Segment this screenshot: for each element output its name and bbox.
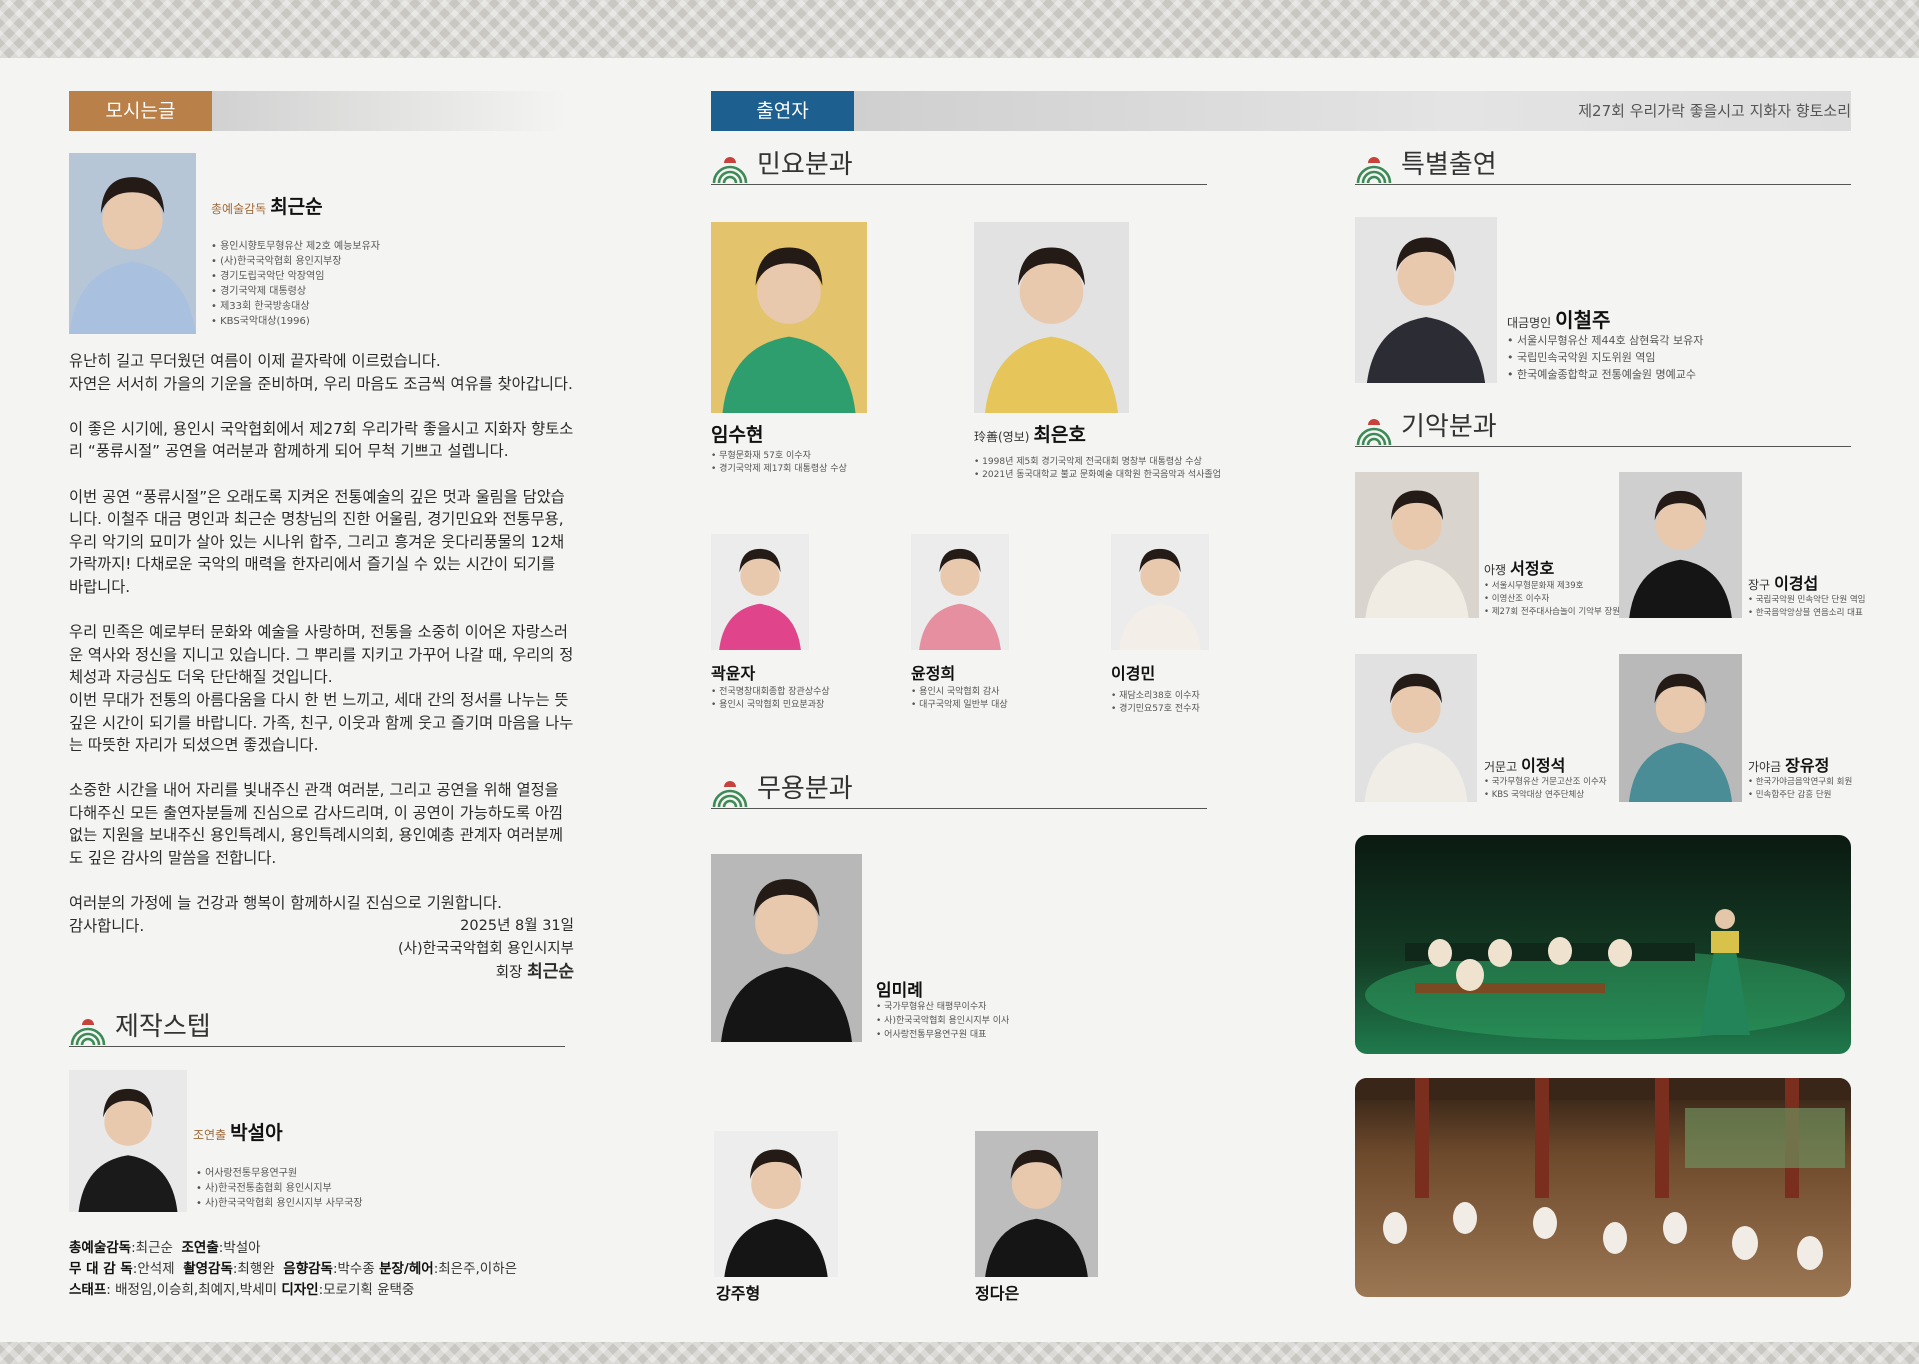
top-pattern-band <box>0 0 1919 58</box>
performer-bullets: 전국명창대회종합 장관상수상 용인시 국악협회 민요분과장 <box>711 686 830 712</box>
letter-paragraph: 우리 민족은 예로부터 문화와 예술을 사랑하며, 전통을 소중히 이어온 자랑… <box>69 623 574 755</box>
letter-paragraph: 이번 공연 “풍류시절”은 오래도록 지켜온 전통예술의 깊은 멋과 울림을 담… <box>69 487 565 596</box>
sign-name: 최근순 <box>527 962 574 982</box>
performer-photo <box>1111 534 1209 650</box>
performer-bullets: 재담소리38호 이수자 경기민요57호 전수자 <box>1111 690 1200 716</box>
director-photo <box>69 153 196 334</box>
performer-name: 이경민 <box>1111 664 1156 683</box>
staff-header: 제작스텝 <box>69 1010 565 1047</box>
performer-photo <box>711 222 867 413</box>
performer-name: 윤정희 <box>911 664 956 683</box>
assistant-director-photo <box>69 1070 187 1212</box>
hill-logo-icon <box>711 154 749 184</box>
special-header: 특별출연 <box>1355 148 1851 185</box>
staff-title: 제작스텝 <box>115 1012 211 1042</box>
letter-date: 2025년 8월 31일 <box>460 918 574 934</box>
performer-name: 가야금 장유정 <box>1748 756 1830 775</box>
hill-logo-icon <box>711 778 749 808</box>
special-guest-caption: 대금명인 이철주 <box>1507 308 1611 332</box>
special-guest-photo <box>1355 217 1497 383</box>
performer-bullets: 무형문화재 57호 이수자 경기국악제 제17회 대통령상 수상 <box>711 450 847 476</box>
performer-photo <box>711 854 862 1042</box>
performer-photo <box>1355 654 1477 802</box>
performer-bullets: 국가무형유산 태평무이수자 사)한국국악협회 용인시지부 이사 어사랑전통무용연… <box>876 1000 1009 1042</box>
performer-name: 玲善(영보) 최은호 <box>974 424 1086 446</box>
special-title: 특별출연 <box>1401 150 1497 180</box>
staff-credits: 총예술감독:최근순 조연출:박설아 무 대 감 독:안석제 촬영감독:최행완 음… <box>69 1240 518 1298</box>
performer-name: 장구 이경섭 <box>1748 574 1819 593</box>
performer-name: 아쟁 서정호 <box>1484 559 1555 578</box>
performers-tab: 출연자 <box>711 91 854 131</box>
performer-name: 정다은 <box>975 1284 1020 1303</box>
performer-photo <box>1355 472 1479 618</box>
performer-name: 강주형 <box>716 1284 761 1303</box>
performer-bullets: 한국가야금음악연구회 회원 민속합주단 감흥 단원 <box>1748 776 1853 802</box>
assistant-director-caption: 조연출 박설아 <box>193 1122 283 1144</box>
hill-logo-icon <box>69 1016 107 1046</box>
minyo-header: 민요분과 <box>711 148 1207 185</box>
sign-role: 회장 <box>495 965 523 981</box>
event-title: 제27회 우리가락 좋을시고 지화자 향토소리 <box>1578 102 1851 120</box>
performer-name: 임수현 <box>711 424 764 446</box>
director-bullets: 용인시향토무형유산 제2호 예능보유자 (사)한국국악협회 용인지부장 경기도립… <box>211 239 380 329</box>
letter-org: (사)한국국악협회 용인시지부 <box>397 941 574 957</box>
performer-photo <box>711 534 809 650</box>
performer-bullets: 1998년 제5회 경기국악제 전국대회 명창부 대통령상 수상 2021년 동… <box>974 456 1221 482</box>
muyong-header: 무용분과 <box>711 772 1207 809</box>
muyong-title: 무용분과 <box>757 774 853 804</box>
letter-paragraph: 유난히 길고 무더웠던 여름이 이제 끝자락에 이르렀습니다. 자연은 서서히 … <box>69 352 573 393</box>
greeting-letter: 유난히 길고 무더웠던 여름이 이제 끝자락에 이르렀습니다. 자연은 서서히 … <box>69 350 574 937</box>
performer-name: 곽윤자 <box>711 664 756 683</box>
greeting-tab: 모시는글 <box>69 91 212 131</box>
letter-signature: 2025년 8월 31일 (사)한국국악협회 용인시지부 회장 최근순 <box>300 915 574 985</box>
hill-logo-icon <box>1355 154 1393 184</box>
performer-photo <box>974 222 1129 413</box>
performer-photo <box>1619 472 1742 618</box>
performer-bullets: 국가무형유산 거문고산조 이수자 KBS 국악대상 연주단체상 <box>1484 776 1607 802</box>
performer-bullets: 용인시 국악협회 감사 대구국악제 일반부 대상 <box>911 686 1008 712</box>
pavilion-performance-photo <box>1355 1078 1851 1297</box>
performer-photo <box>1619 654 1742 802</box>
letter-paragraph: 소중한 시간을 내어 자리를 빛내주신 관객 여러분, 그리고 공연을 위해 열… <box>69 781 564 868</box>
letter-paragraph: 이 좋은 시기에, 용인시 국악협회에서 제27회 우리가락 좋을시고 지화자 … <box>69 419 574 461</box>
director-role: 총예술감독 <box>211 202 267 216</box>
performer-bullets: 서울시무형문화재 제39호 이영산조 이수자 제27회 전주대사습놀이 기악부 … <box>1484 580 1620 619</box>
performer-photo <box>714 1131 838 1277</box>
hill-logo-icon <box>1355 416 1393 446</box>
performer-photo <box>911 534 1009 650</box>
director-name: 최근순 <box>270 196 323 218</box>
assistant-director-bullets: 어사랑전통무용연구원 사)한국전통춤협회 용인시지부 사)한국국악협회 용인시지… <box>196 1166 362 1211</box>
performer-name: 임미례 <box>876 981 923 1001</box>
stage-performance-photo <box>1355 835 1851 1054</box>
special-guest-bullets: 서울시무형유산 제44호 삼현육각 보유자 국립민속국악원 지도위원 역임 한국… <box>1507 332 1703 383</box>
performer-bullets: 국립국악원 민속악단 단원 역임 한국음악앙상블 연음소리 대표 <box>1748 594 1866 620</box>
performer-photo <box>975 1131 1098 1277</box>
bottom-pattern-band <box>0 1342 1919 1364</box>
greeting-section-bar: 모시는글 <box>69 91 569 131</box>
performer-name: 거문고 이정석 <box>1484 756 1566 775</box>
minyo-title: 민요분과 <box>757 150 853 180</box>
giak-title: 기악분과 <box>1401 412 1497 442</box>
performers-section-bar: 출연자 제27회 우리가락 좋을시고 지화자 향토소리 <box>711 91 1851 131</box>
giak-header: 기악분과 <box>1355 410 1851 447</box>
director-caption: 총예술감독 최근순 <box>211 192 323 219</box>
